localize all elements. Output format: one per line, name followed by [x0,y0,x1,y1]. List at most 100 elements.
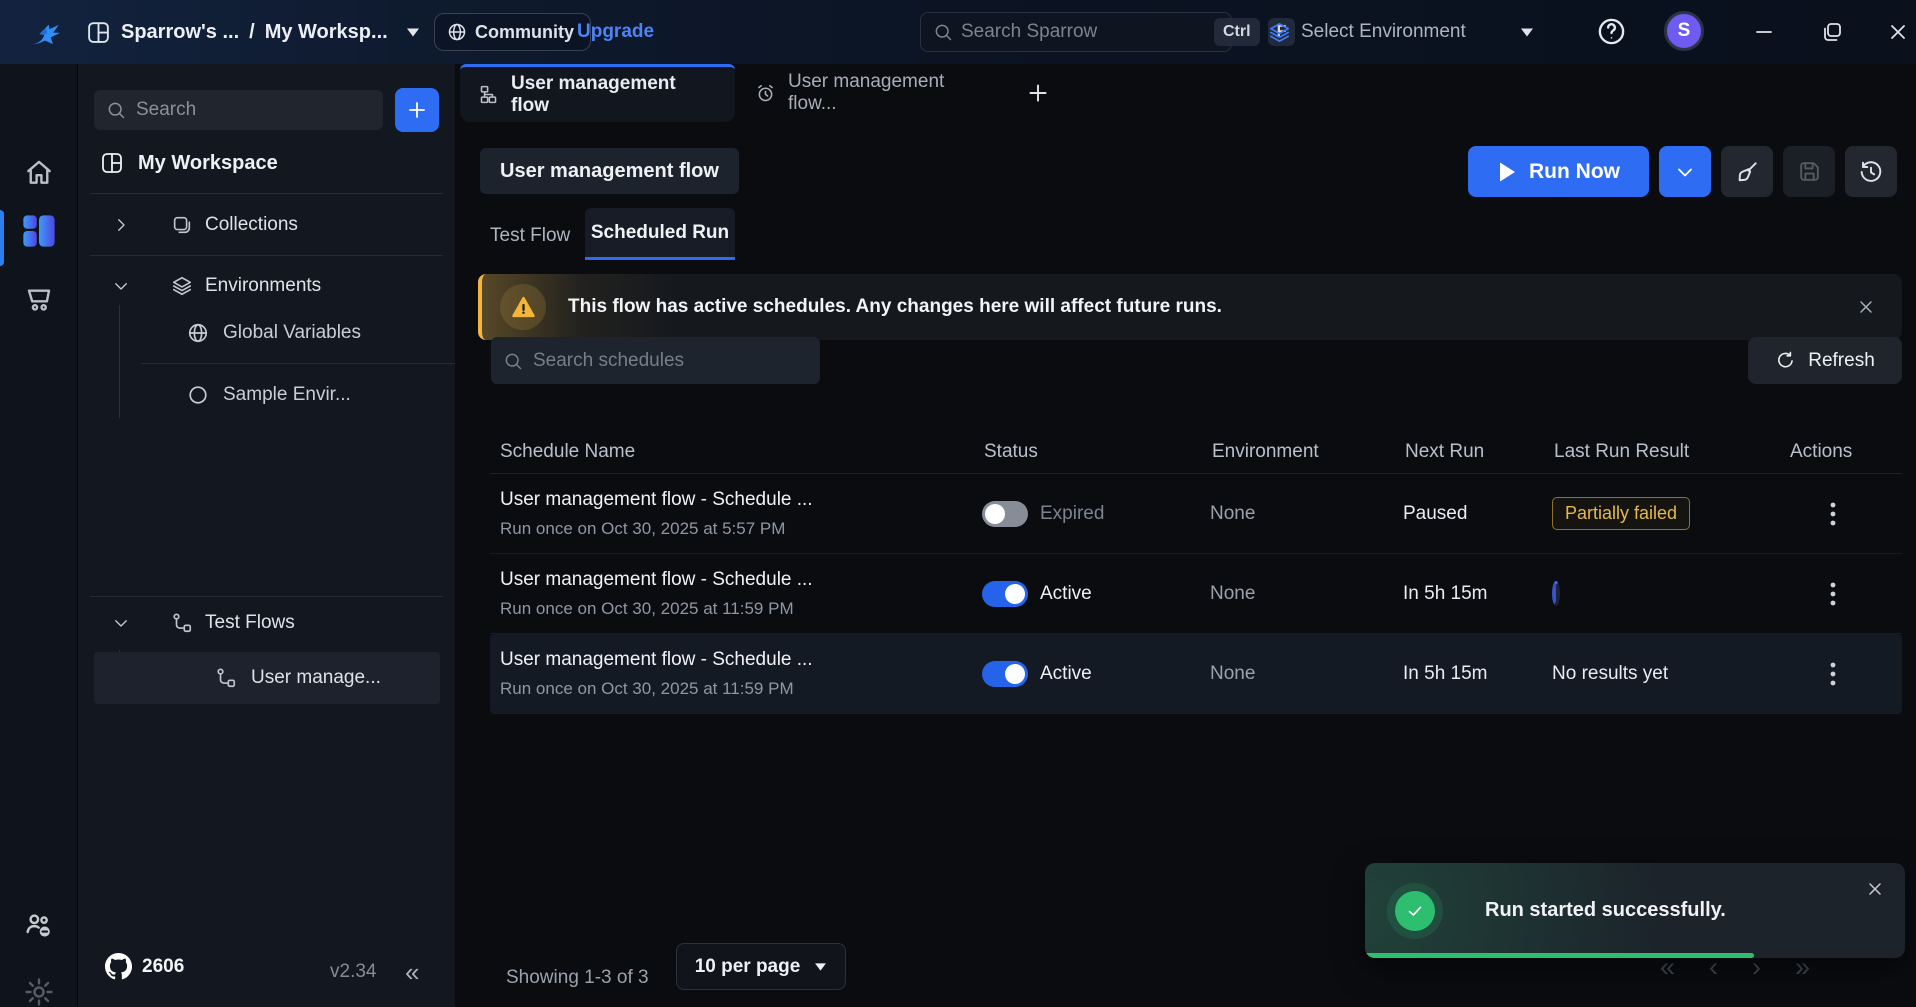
tab-user-management-flow[interactable]: User management flow [460,64,735,122]
community-feedback-icon[interactable] [0,910,78,942]
sidebar-item-environments[interactable]: Environments [112,256,321,316]
environment-value: None [1210,583,1403,605]
collections-icon [171,214,193,236]
col-actions: Actions [1788,441,1902,463]
partially-failed-badge: Partially failed [1552,497,1690,530]
pagination-summary: Showing 1-3 of 3 [506,954,649,1001]
flow-icon [171,612,193,634]
schedule-name: User management flow - Schedule ... [500,489,982,511]
schedule-search-input[interactable] [533,350,808,372]
sidebar-item-global-variables[interactable]: Global Variables [187,308,361,358]
col-status: Status [982,441,1210,463]
globe-icon [447,22,467,42]
workspace-icon [86,20,111,45]
help-icon[interactable] [1596,16,1627,47]
subtab-scheduled-run[interactable]: Scheduled Run [585,208,735,260]
collapse-sidebar-icon[interactable]: « [405,957,419,988]
workspace-breadcrumb[interactable]: Sparrow's ... / My Worksp... [86,0,420,64]
banner-close-icon[interactable] [1856,297,1876,317]
broom-icon [1734,159,1760,185]
history-icon [1858,159,1884,185]
per-page-select[interactable]: 10 per page [676,943,846,990]
window-restore-button[interactable] [1820,20,1844,44]
new-tab-plus-icon[interactable] [1025,80,1051,106]
sidebar-item-user-management-flow[interactable]: User manage... [94,652,440,704]
github-stars[interactable]: 2606 [105,953,184,980]
col-last-run-result: Last Run Result [1552,441,1788,463]
global-search: Ctrl F [920,12,1232,52]
home-icon[interactable] [0,156,78,188]
status-toggle[interactable] [982,661,1028,687]
run-actions: Run Now [1468,146,1897,197]
next-run-value: In 5h 15m [1403,663,1552,685]
breadcrumb-caret-icon[interactable] [406,27,420,38]
result-value: No results yet [1552,663,1788,685]
globe-icon [187,322,209,344]
toast-close-icon[interactable] [1865,879,1885,899]
schedule-detail: Run once on Oct 30, 2025 at 11:59 PM [500,679,982,699]
toast-progress-bar [1365,953,1754,958]
settings-gear-icon[interactable] [0,976,78,1007]
global-search-input[interactable] [961,21,1206,43]
table-header: Schedule Name Status Environment Next Ru… [490,430,1902,474]
next-run-value: Paused [1403,503,1552,525]
window-minimize-button[interactable] [1752,20,1776,44]
history-button[interactable] [1845,146,1897,197]
workspace-sidebar: My Workspace Collections Environments Gl… [78,64,455,1007]
avatar-initial: S [1678,20,1691,42]
divider [141,363,455,364]
sidebar-workspace-title[interactable]: My Workspace [100,148,278,178]
schedule-detail: Run once on Oct 30, 2025 at 5:57 PM [500,519,982,539]
play-icon [1497,161,1517,183]
environment-value: None [1210,503,1403,525]
schedules-table: Schedule Name Status Environment Next Ru… [490,430,1902,714]
run-now-button[interactable]: Run Now [1468,146,1649,197]
banner-message: This flow has active schedules. Any chan… [568,296,1222,318]
sidebar-search-input[interactable] [136,99,381,121]
layers-icon [1268,21,1291,44]
flowchart-icon [478,84,499,105]
clear-flow-button[interactable] [1721,146,1773,197]
community-button[interactable]: Community [434,13,591,51]
subtab-test-flow[interactable]: Test Flow [490,210,570,262]
workspace-grid-icon[interactable] [0,212,78,250]
sidebar-item-collections[interactable]: Collections [112,194,298,255]
layers-icon [171,275,193,297]
breadcrumb-separator: / [249,21,255,44]
table-row: User management flow - Schedule ... Run … [490,554,1902,634]
environment-caret-icon [1520,27,1534,38]
table-row: User management flow - Schedule ... Run … [490,474,1902,554]
breadcrumb-workspace-name: My Worksp... [265,21,388,44]
status-toggle[interactable] [982,581,1028,607]
chevron-down-icon[interactable] [112,614,130,632]
search-icon [503,351,523,371]
col-schedule-name: Schedule Name [490,441,982,463]
toast-message: Run started successfully. [1485,899,1726,922]
add-new-button[interactable] [395,88,439,132]
col-environment: Environment [1210,441,1403,463]
sidebar-item-test-flows[interactable]: Test Flows [112,597,295,649]
run-options-dropdown-button[interactable] [1659,146,1711,197]
row-actions-kebab-icon[interactable] [1830,501,1836,527]
status-toggle[interactable] [982,501,1028,527]
schedule-name: User management flow - Schedule ... [500,649,982,671]
sidebar-item-sample-environment[interactable]: Sample Envir... [187,370,351,420]
environment-selector[interactable]: Select Environment [1268,0,1534,64]
user-avatar[interactable]: S [1664,11,1704,51]
success-toast: Run started successfully. [1365,863,1905,958]
row-actions-kebab-icon[interactable] [1830,661,1836,687]
warning-icon [500,284,546,330]
upgrade-link[interactable]: Upgrade [577,21,654,43]
schedule-search [491,337,820,384]
tab-user-management-flow-scheduled[interactable]: User management flow... [737,64,1007,122]
save-button[interactable] [1783,146,1835,197]
community-label: Community [475,22,574,43]
row-actions-kebab-icon[interactable] [1830,581,1836,607]
window-close-button[interactable] [1886,20,1910,44]
chevron-right-icon[interactable] [112,216,130,234]
chevron-down-icon[interactable] [112,277,130,295]
alarm-clock-icon [755,83,776,104]
refresh-button[interactable]: Refresh [1748,337,1902,384]
marketplace-cart-icon[interactable] [0,282,78,314]
col-next-run: Next Run [1403,441,1552,463]
